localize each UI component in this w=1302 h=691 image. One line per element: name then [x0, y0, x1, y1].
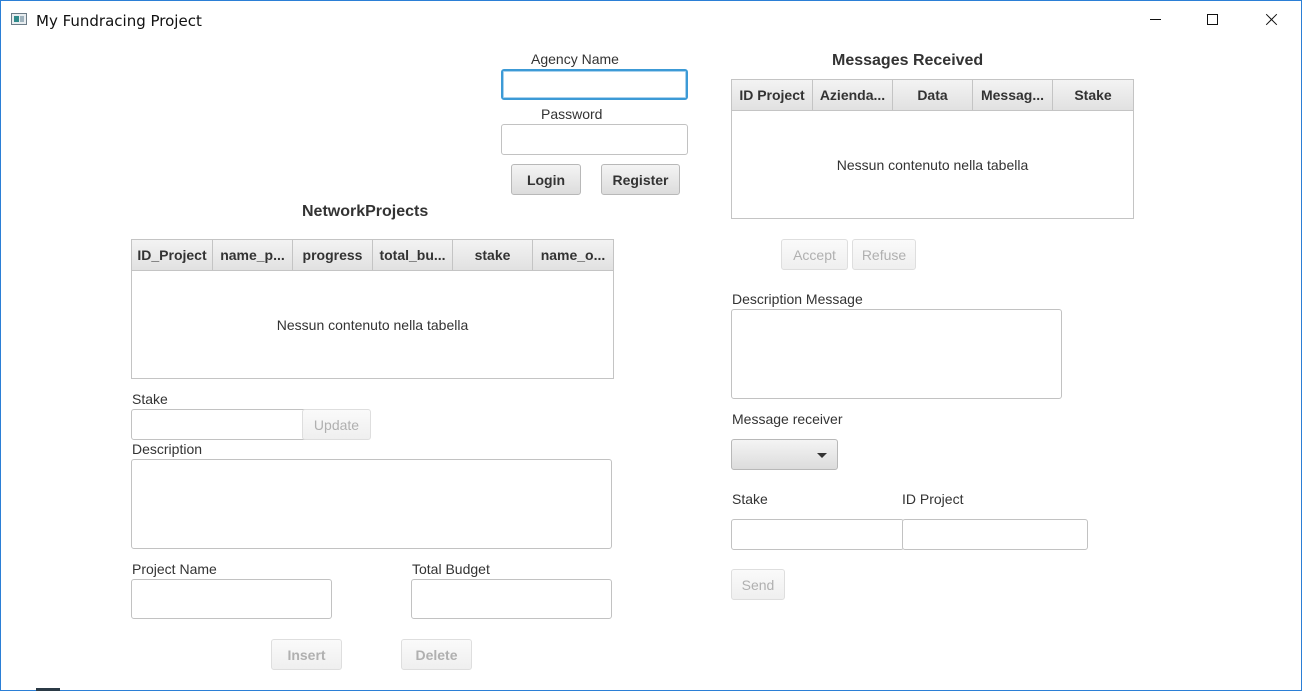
id-project-label: ID Project	[902, 491, 964, 507]
agency-name-input[interactable]	[501, 69, 688, 100]
send-button[interactable]: Send	[731, 569, 785, 600]
column-header[interactable]: name_o...	[533, 240, 613, 270]
messages-header: ID Project Azienda... Data Messag... Sta…	[732, 80, 1133, 111]
column-header[interactable]: progress	[293, 240, 373, 270]
id-project-input[interactable]	[902, 519, 1088, 550]
maximize-icon[interactable]	[1198, 7, 1228, 33]
update-button[interactable]: Update	[302, 409, 371, 440]
stake-input[interactable]	[131, 409, 318, 440]
network-projects-table[interactable]: ID_Project name_p... progress total_bu..…	[131, 239, 614, 379]
accept-button[interactable]: Accept	[781, 239, 848, 270]
column-header[interactable]: Messag...	[973, 80, 1053, 110]
project-name-input[interactable]	[131, 579, 332, 619]
login-button[interactable]: Login	[511, 164, 581, 195]
close-icon[interactable]	[1257, 7, 1287, 33]
insert-button[interactable]: Insert	[271, 639, 342, 670]
total-budget-label: Total Budget	[412, 561, 490, 577]
column-header[interactable]: Azienda...	[813, 80, 893, 110]
messages-received-title: Messages Received	[832, 52, 984, 69]
column-header[interactable]: total_bu...	[373, 240, 453, 270]
message-receiver-dropdown[interactable]	[731, 439, 838, 470]
app-icon	[11, 13, 27, 25]
title-bar: My Fundracing Project	[1, 1, 1301, 39]
description-message-label: Description Message	[732, 291, 863, 307]
message-receiver-label: Message receiver	[732, 411, 843, 427]
total-budget-input[interactable]	[411, 579, 612, 619]
column-header[interactable]: ID Project	[732, 80, 813, 110]
description-message-textarea[interactable]	[731, 309, 1062, 399]
minimize-icon[interactable]	[1141, 7, 1171, 33]
stake-label: Stake	[132, 391, 168, 407]
register-button[interactable]: Register	[601, 164, 680, 195]
column-header[interactable]: ID_Project	[132, 240, 213, 270]
window-title: My Fundracing Project	[36, 12, 202, 30]
column-header[interactable]: Data	[893, 80, 973, 110]
password-label: Password	[541, 106, 603, 122]
delete-button[interactable]: Delete	[401, 639, 472, 670]
message-stake-label: Stake	[732, 491, 768, 507]
project-name-label: Project Name	[132, 561, 217, 577]
description-textarea[interactable]	[131, 459, 612, 549]
password-input[interactable]	[501, 124, 688, 155]
chevron-down-icon	[817, 453, 827, 458]
column-header[interactable]: stake	[453, 240, 533, 270]
messages-table[interactable]: ID Project Azienda... Data Messag... Sta…	[731, 79, 1134, 219]
network-projects-header: ID_Project name_p... progress total_bu..…	[132, 240, 613, 271]
table-empty-placeholder: Nessun contenuto nella tabella	[276, 316, 469, 333]
column-header[interactable]: Stake	[1053, 80, 1133, 110]
network-projects-title: NetworkProjects	[302, 203, 429, 220]
agency-name-label: Agency Name	[531, 51, 619, 67]
column-header[interactable]: name_p...	[213, 240, 293, 270]
refuse-button[interactable]: Refuse	[852, 239, 916, 270]
description-label: Description	[132, 441, 203, 457]
table-empty-placeholder: Nessun contenuto nella tabella	[836, 156, 1029, 173]
message-stake-input[interactable]	[731, 519, 904, 550]
app-window: My Fundracing Project Agency Name Passwo…	[0, 0, 1302, 691]
